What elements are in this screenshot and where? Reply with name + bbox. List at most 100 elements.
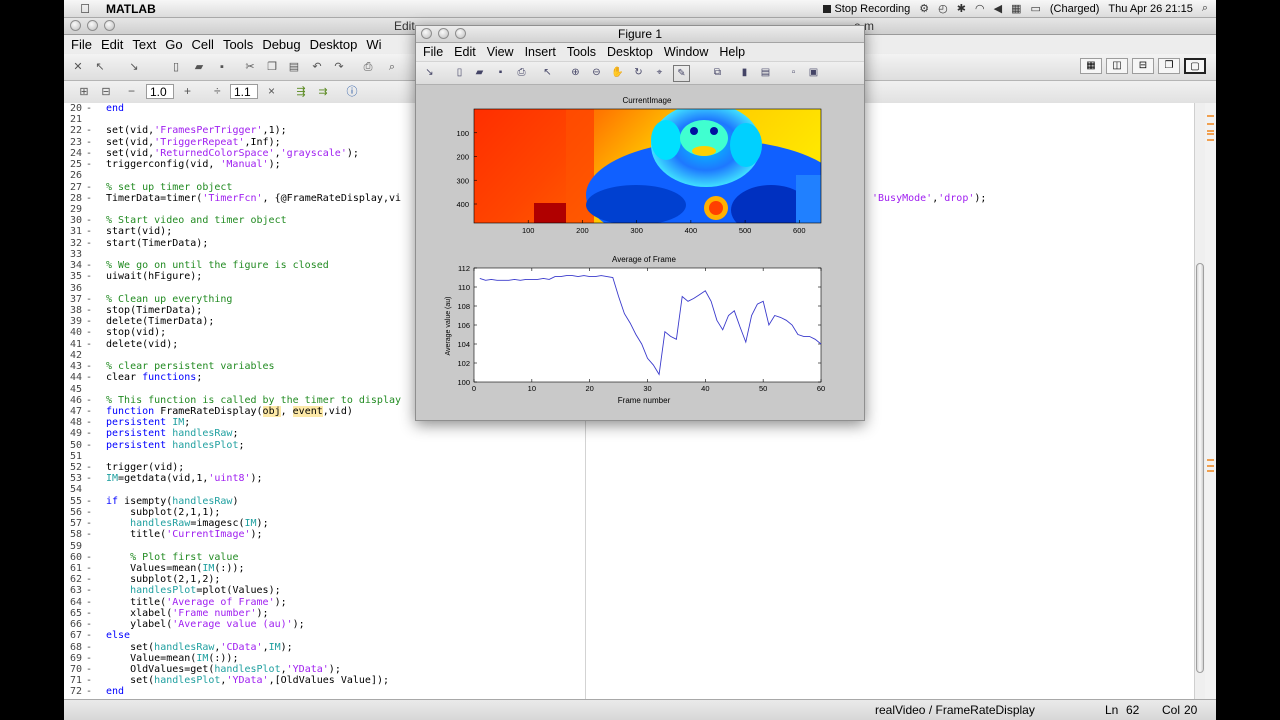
breakpoint-marker[interactable]: -: [86, 417, 92, 428]
code-line[interactable]: 69- Value=mean(IM(:));: [64, 653, 1184, 664]
code-line[interactable]: 54: [64, 484, 1184, 495]
split-horizontal-icon[interactable]: ⊟: [1132, 58, 1154, 74]
link-plot-icon[interactable]: ⧉: [710, 65, 725, 80]
find-icon[interactable]: ⌕: [384, 59, 400, 75]
pan-icon[interactable]: ✋: [610, 65, 625, 80]
breakpoint-marker[interactable]: -: [86, 316, 92, 327]
cell-value-2-field[interactable]: 1.1: [230, 84, 258, 99]
code-line[interactable]: 70- OldValues=get(handlesPlot,'YData');: [64, 664, 1184, 675]
zoom-in-icon[interactable]: ⊕: [568, 65, 583, 80]
code-line[interactable]: 59: [64, 541, 1184, 552]
breakpoint-marker[interactable]: -: [86, 215, 92, 226]
breakpoint-marker[interactable]: -: [86, 597, 92, 608]
code-line[interactable]: 71- set(handlesPlot,'YData',[OldValues V…: [64, 675, 1184, 686]
undock-icon[interactable]: ↖: [92, 59, 108, 75]
breakpoint-marker[interactable]: -: [86, 507, 92, 518]
wifi-icon[interactable]: ◠: [975, 2, 985, 15]
code-line[interactable]: 61- Values=mean(IM(:));: [64, 563, 1184, 574]
eval-advance-icon[interactable]: ⇉: [315, 84, 331, 100]
divide-button[interactable]: ÷: [214, 84, 221, 98]
dock-icon[interactable]: ↘: [126, 59, 142, 75]
cell-mode-icon[interactable]: ⊟: [98, 84, 114, 100]
breakpoint-marker[interactable]: -: [86, 271, 92, 282]
zoom-window-button[interactable]: [104, 20, 115, 31]
breakpoint-marker[interactable]: -: [86, 552, 92, 563]
code-line[interactable]: 53- IM=getdata(vid,1,'uint8');: [64, 473, 1184, 484]
breakpoint-marker[interactable]: -: [86, 675, 92, 686]
tile-layout-icon[interactable]: ▦: [1080, 58, 1102, 74]
breakpoint-marker[interactable]: -: [86, 193, 92, 204]
breakpoint-marker[interactable]: -: [86, 395, 92, 406]
editor-menu-desktop[interactable]: Desktop: [310, 37, 358, 52]
insert-cell-icon[interactable]: ⊞: [76, 84, 92, 100]
figure-menu-window[interactable]: Window: [664, 45, 708, 59]
minus-button[interactable]: −: [128, 84, 135, 98]
bluetooth-icon[interactable]: ✱: [957, 2, 966, 15]
warning-mark[interactable]: [1207, 123, 1214, 125]
figure-minimize-button[interactable]: [438, 28, 449, 39]
breakpoint-marker[interactable]: -: [86, 372, 92, 383]
message-bar[interactable]: [1205, 103, 1216, 699]
float-layout-icon[interactable]: ❐: [1158, 58, 1180, 74]
breakpoint-marker[interactable]: -: [86, 406, 92, 417]
code-line[interactable]: 57- handlesRaw=imagesc(IM);: [64, 518, 1184, 529]
plus-button[interactable]: +: [184, 84, 191, 98]
gear-icon[interactable]: ⚙: [919, 2, 929, 15]
close-file-icon[interactable]: ✕: [70, 59, 86, 75]
colorbar-icon[interactable]: ▮: [737, 65, 752, 80]
editor-menu-file[interactable]: File: [71, 37, 92, 52]
warning-mark[interactable]: [1207, 465, 1214, 467]
code-line[interactable]: 55- if isempty(handlesRaw): [64, 496, 1184, 507]
editor-menu-tools[interactable]: Tools: [223, 37, 253, 52]
breakpoint-marker[interactable]: -: [86, 518, 92, 529]
pointer-icon[interactable]: ↖: [540, 65, 555, 80]
close-window-button[interactable]: [70, 20, 81, 31]
cell-value-1-field[interactable]: 1.0: [146, 84, 174, 99]
minimize-window-button[interactable]: [87, 20, 98, 31]
breakpoint-marker[interactable]: -: [86, 327, 92, 338]
breakpoint-marker[interactable]: -: [86, 585, 92, 596]
breakpoint-marker[interactable]: -: [86, 630, 92, 641]
breakpoint-marker[interactable]: -: [86, 653, 92, 664]
clock[interactable]: Thu Apr 26 21:15: [1108, 3, 1192, 15]
figure-canvas[interactable]: CurrentImage 100 200 300 400 100 200 300…: [416, 85, 864, 420]
code-line[interactable]: 67- else: [64, 630, 1184, 641]
code-line[interactable]: 66- ylabel('Average value (au)');: [64, 619, 1184, 630]
warning-mark[interactable]: [1207, 133, 1214, 135]
warning-mark[interactable]: [1207, 130, 1214, 132]
figure-close-button[interactable]: [421, 28, 432, 39]
open-folder-icon[interactable]: ▰: [191, 59, 207, 75]
editor-menu-cell[interactable]: Cell: [192, 37, 214, 52]
edit-plot-arrow-icon[interactable]: ↘: [422, 65, 437, 80]
breakpoint-marker[interactable]: -: [86, 529, 92, 540]
code-line[interactable]: 50- persistent handlesPlot;: [64, 440, 1184, 451]
breakpoint-marker[interactable]: -: [86, 642, 92, 653]
timemachine-icon[interactable]: ◴: [938, 2, 948, 15]
breakpoint-marker[interactable]: -: [86, 440, 92, 451]
breakpoint-marker[interactable]: -: [86, 664, 92, 675]
figure-menu-view[interactable]: View: [487, 45, 514, 59]
save-icon[interactable]: ▪: [214, 59, 230, 75]
eval-cell-icon[interactable]: ⇶: [293, 84, 309, 100]
paste-icon[interactable]: ▤: [286, 59, 302, 75]
breakpoint-marker[interactable]: -: [86, 339, 92, 350]
breakpoint-marker[interactable]: -: [86, 361, 92, 372]
volume-icon[interactable]: ◀: [994, 2, 1002, 15]
flag-icon[interactable]: ▦: [1011, 2, 1021, 15]
legend-icon[interactable]: ▤: [758, 65, 773, 80]
data-cursor-icon[interactable]: ⌖: [652, 65, 667, 80]
warning-mark[interactable]: [1207, 139, 1214, 141]
code-line[interactable]: 58- title('CurrentImage');: [64, 529, 1184, 540]
code-line[interactable]: 56- subplot(2,1,1);: [64, 507, 1184, 518]
maximize-layout-icon[interactable]: ▢: [1184, 58, 1206, 74]
breakpoint-marker[interactable]: -: [86, 103, 92, 114]
breakpoint-marker[interactable]: -: [86, 148, 92, 159]
breakpoint-marker[interactable]: -: [86, 608, 92, 619]
new-file-icon[interactable]: ▯: [168, 59, 184, 75]
show-tools-icon[interactable]: ▣: [806, 65, 821, 80]
battery-icon[interactable]: ▭: [1030, 2, 1040, 15]
help-icon[interactable]: ⓘ: [344, 84, 360, 100]
figure-menu-edit[interactable]: Edit: [454, 45, 476, 59]
breakpoint-marker[interactable]: -: [86, 125, 92, 136]
battery-status[interactable]: (Charged): [1050, 3, 1100, 15]
